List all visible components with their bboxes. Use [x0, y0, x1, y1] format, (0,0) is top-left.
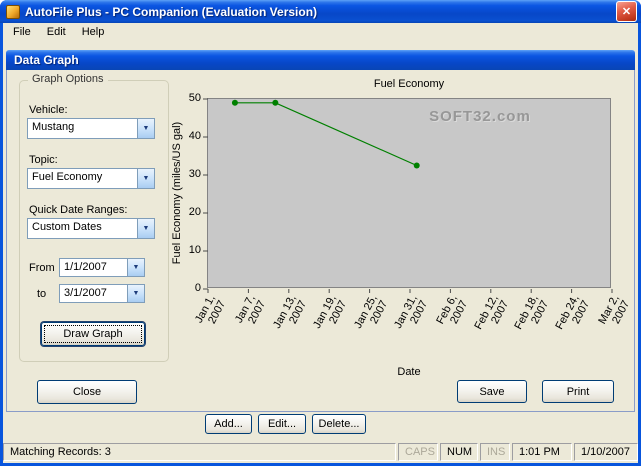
y-axis-title: Fuel Economy (miles/US gal) [171, 121, 183, 265]
data-graph-content: Graph Options Vehicle: Mustang ▼ Topic: … [6, 70, 635, 412]
y-axis-tick-label: 50 [188, 92, 201, 104]
chart-plot-area: SOFT32.com [203, 98, 613, 293]
status-date: 1/10/2007 [574, 443, 638, 461]
vehicle-value: Mustang [32, 121, 75, 133]
client-area: Data Graph Graph Options Vehicle: Mustan… [3, 42, 638, 440]
dropdown-arrow-icon[interactable]: ▼ [137, 119, 154, 138]
topic-label: Topic: [29, 154, 58, 166]
y-axis-tick-label: 10 [188, 244, 201, 256]
status-message: Matching Records: 3 [3, 443, 396, 461]
data-point [272, 99, 279, 106]
draw-graph-button[interactable]: Draw Graph [41, 322, 145, 346]
dropdown-arrow-icon[interactable]: ▼ [137, 219, 154, 238]
window-title: AutoFile Plus - PC Companion (Evaluation… [25, 4, 318, 19]
app-icon [6, 4, 20, 19]
date-range-label: Quick Date Ranges: [29, 204, 128, 216]
from-date-select[interactable]: 1/1/2007 ▼ [59, 258, 145, 277]
from-date-value: 1/1/2007 [64, 261, 107, 273]
vehicle-label: Vehicle: [29, 104, 68, 116]
to-date-select[interactable]: 3/1/2007 ▼ [59, 284, 145, 303]
y-axis-tick-label: 30 [188, 168, 201, 180]
y-axis-tick-label: 40 [188, 130, 201, 142]
edit-button[interactable]: Edit... [258, 414, 306, 434]
status-ins-indicator: INS [480, 443, 510, 461]
data-point [413, 162, 420, 169]
dropdown-arrow-icon[interactable]: ▼ [127, 285, 144, 302]
vehicle-select[interactable]: Mustang ▼ [27, 118, 155, 139]
chart-canvas [203, 98, 613, 293]
dropdown-arrow-icon[interactable]: ▼ [137, 169, 154, 188]
status-caps-indicator: CAPS [398, 443, 438, 461]
status-time: 1:01 PM [512, 443, 572, 461]
app-window: AutoFile Plus - PC Companion (Evaluation… [0, 0, 641, 466]
close-icon: ✕ [621, 6, 632, 18]
date-range-select[interactable]: Custom Dates ▼ [27, 218, 155, 239]
close-button[interactable]: Close [37, 380, 137, 404]
date-range-value: Custom Dates [32, 221, 102, 233]
from-label: From [29, 262, 55, 274]
series-line [234, 102, 417, 167]
to-date-value: 3/1/2007 [64, 287, 107, 299]
y-axis-tick-label: 20 [188, 206, 201, 218]
menu-edit[interactable]: Edit [39, 23, 74, 42]
delete-button[interactable]: Delete... [312, 414, 366, 434]
window-close-button[interactable]: ✕ [616, 1, 637, 22]
data-graph-window: Data Graph Graph Options Vehicle: Mustan… [6, 50, 635, 412]
data-graph-titlebar[interactable]: Data Graph [6, 50, 635, 70]
status-bar: Matching Records: 3 CAPS NUM INS 1:01 PM… [3, 440, 638, 463]
status-num-indicator: NUM [440, 443, 478, 461]
window-titlebar[interactable]: AutoFile Plus - PC Companion (Evaluation… [0, 0, 641, 23]
menu-bar: File Edit Help [3, 23, 638, 42]
menu-help[interactable]: Help [74, 23, 113, 42]
chart-title: Fuel Economy [373, 78, 445, 90]
topic-value: Fuel Economy [32, 171, 103, 183]
dropdown-arrow-icon[interactable]: ▼ [127, 259, 144, 276]
graph-options-legend: Graph Options [28, 73, 108, 85]
add-button[interactable]: Add... [205, 414, 252, 434]
data-point [231, 99, 238, 106]
topic-select[interactable]: Fuel Economy ▼ [27, 168, 155, 189]
data-graph-title: Data Graph [14, 53, 79, 67]
to-label: to [37, 288, 47, 300]
menu-file[interactable]: File [5, 23, 39, 42]
watermark: SOFT32.com [429, 108, 531, 126]
y-axis-tick-label: 0 [194, 282, 201, 294]
